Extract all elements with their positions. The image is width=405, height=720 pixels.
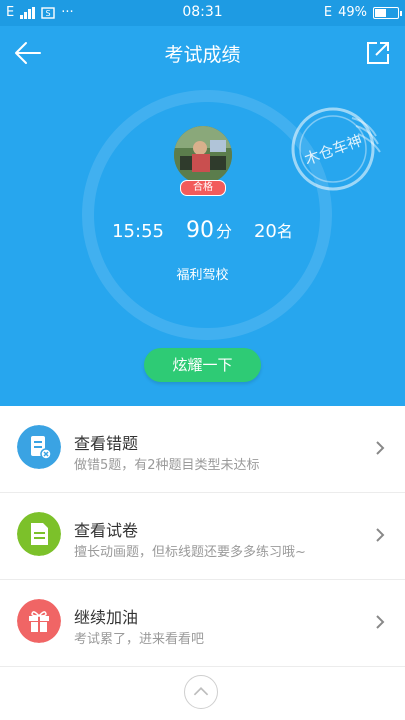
battery-percent: 49% <box>338 5 367 20</box>
list-item-sub: 考试累了，进来看看吧 <box>74 632 205 647</box>
app-header: 考试成绩 <box>0 26 405 80</box>
list-item-label: 查看错题 <box>74 434 139 453</box>
battery-icon <box>373 6 402 19</box>
avatar-image <box>174 126 232 184</box>
page-title: 考试成绩 <box>164 44 241 66</box>
list-item-keep-going[interactable]: 继续加油 考试累了，进来看看吧 <box>0 580 405 667</box>
list-item-label: 继续加油 <box>74 608 139 627</box>
chevron-right-icon <box>376 441 385 455</box>
wrong-questions-icon <box>17 425 61 469</box>
exam-rank: 20 <box>253 221 277 242</box>
status-right: E 49% <box>323 5 402 20</box>
rank-unit: 名 <box>276 222 293 241</box>
avatar <box>174 126 232 184</box>
battery-fill <box>375 8 386 17</box>
chevron-right-icon <box>376 615 385 629</box>
exam-score: 90 <box>185 218 214 243</box>
exam-paper-icon <box>17 512 61 556</box>
chevron-right-icon <box>376 528 385 542</box>
achievement-stamp: 木仓车神 <box>291 107 381 191</box>
pass-badge: 合格 <box>180 180 226 196</box>
action-list: 查看错题 做错5题，有2种题目类型未达标 查看试卷 擅长动画题，但标线题还要多多… <box>0 406 405 667</box>
list-item-sub: 擅长动画题，但标线题还要多多练习哦~ <box>74 545 306 560</box>
result-stats: 15:55 90 分 20 名 <box>0 218 405 248</box>
list-item-exam-paper[interactable]: 查看试卷 擅长动画题，但标线题还要多多练习哦~ <box>0 493 405 580</box>
show-off-button[interactable]: 炫耀一下 <box>144 348 261 382</box>
stamp-text: 木仓车神 <box>302 131 365 168</box>
school-name: 福利驾校 <box>176 268 229 283</box>
network-label: E <box>323 5 333 20</box>
list-item-sub: 做错5题，有2种题目类型未达标 <box>74 458 260 473</box>
list-item-wrong-questions[interactable]: 查看错题 做错5题，有2种题目类型未达标 <box>0 406 405 493</box>
gift-icon <box>17 599 61 643</box>
score-unit: 分 <box>215 222 232 241</box>
result-hero: 考试成绩 木仓车神 合格 15:55 90 分 20 名 福利驾校 炫耀一下 <box>0 26 405 406</box>
exam-duration: 15:55 <box>112 221 164 242</box>
chevron-up-icon[interactable] <box>184 675 218 709</box>
status-bar: E S ··· 08:31 E 49% <box>0 0 405 26</box>
list-item-label: 查看试卷 <box>74 521 139 540</box>
share-icon[interactable] <box>365 40 391 66</box>
